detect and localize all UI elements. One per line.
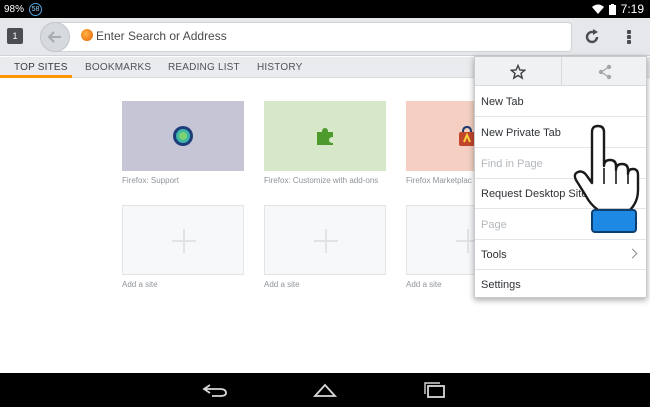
firefox-icon — [81, 29, 93, 41]
bookmark-star-button[interactable] — [475, 57, 561, 86]
menu-item-label: New Tab — [481, 95, 524, 108]
add-site-label: Add a site — [406, 280, 442, 289]
menu-item-tools[interactable]: Tools — [475, 240, 646, 270]
top-site-label: Firefox: Support — [122, 176, 179, 185]
status-bar: 98% 58 7:19 — [0, 0, 650, 18]
browser-toolbar: 1 Enter Search or Address — [0, 18, 650, 56]
add-site-label: Add a site — [122, 280, 158, 289]
recents-nav-icon — [424, 382, 445, 398]
menu-item-label: Find in Page — [481, 157, 543, 170]
top-site-label: Firefox Marketplac — [406, 176, 472, 185]
status-right: 7:19 — [591, 2, 644, 16]
url-placeholder[interactable]: Enter Search or Address — [96, 29, 227, 43]
chevron-right-icon — [627, 248, 638, 259]
wifi-icon — [591, 4, 604, 14]
share-button[interactable] — [562, 57, 648, 86]
top-site-support[interactable] — [122, 101, 244, 171]
add-site-label: Add a site — [264, 280, 300, 289]
menu-item-label: Page — [481, 218, 507, 231]
notification-badge: 58 — [29, 3, 43, 16]
back-nav-icon — [202, 384, 227, 397]
tab-history[interactable]: HISTORY — [257, 62, 303, 73]
reload-icon[interactable] — [582, 27, 602, 47]
menu-item-settings[interactable]: Settings — [475, 270, 646, 300]
battery-icon — [608, 3, 616, 15]
menu-item-new-tab[interactable]: New Tab — [475, 87, 646, 117]
android-screen: 98% 58 7:19 1 Enter Search or Address TO… — [0, 0, 650, 407]
puzzle-piece-icon — [317, 128, 333, 145]
overflow-menu-button[interactable] — [624, 27, 634, 47]
tab-reading-list[interactable]: READING LIST — [168, 62, 240, 73]
nav-home-button[interactable] — [310, 379, 340, 401]
tab-top-sites[interactable]: TOP SITES — [14, 62, 68, 73]
pointing-hand-cursor-icon — [573, 124, 640, 233]
menu-action-row — [475, 57, 646, 86]
top-site-addons[interactable] — [264, 101, 386, 171]
add-site-slot[interactable] — [122, 205, 244, 275]
battery-percent: 98% — [4, 4, 25, 15]
back-button[interactable] — [40, 22, 70, 52]
tab-bookmarks[interactable]: BOOKMARKS — [85, 62, 151, 73]
star-icon — [510, 63, 526, 80]
add-site-slot[interactable] — [264, 205, 386, 275]
tabs-counter-button[interactable]: 1 — [7, 28, 23, 44]
home-nav-icon — [312, 383, 338, 397]
clock: 7:19 — [620, 2, 644, 16]
top-site-label: Firefox: Customize with add-ons — [264, 176, 379, 185]
status-left: 98% 58 — [4, 3, 43, 16]
back-arrow-icon — [48, 31, 61, 43]
menu-item-label: Settings — [481, 279, 521, 291]
support-globe-icon — [173, 126, 193, 146]
menu-item-label: New Private Tab — [481, 126, 561, 139]
menu-item-label: Tools — [481, 248, 507, 261]
nav-recents-button[interactable] — [420, 379, 450, 401]
share-icon — [598, 64, 612, 79]
nav-back-button[interactable] — [200, 379, 230, 401]
android-nav-bar — [0, 373, 650, 407]
